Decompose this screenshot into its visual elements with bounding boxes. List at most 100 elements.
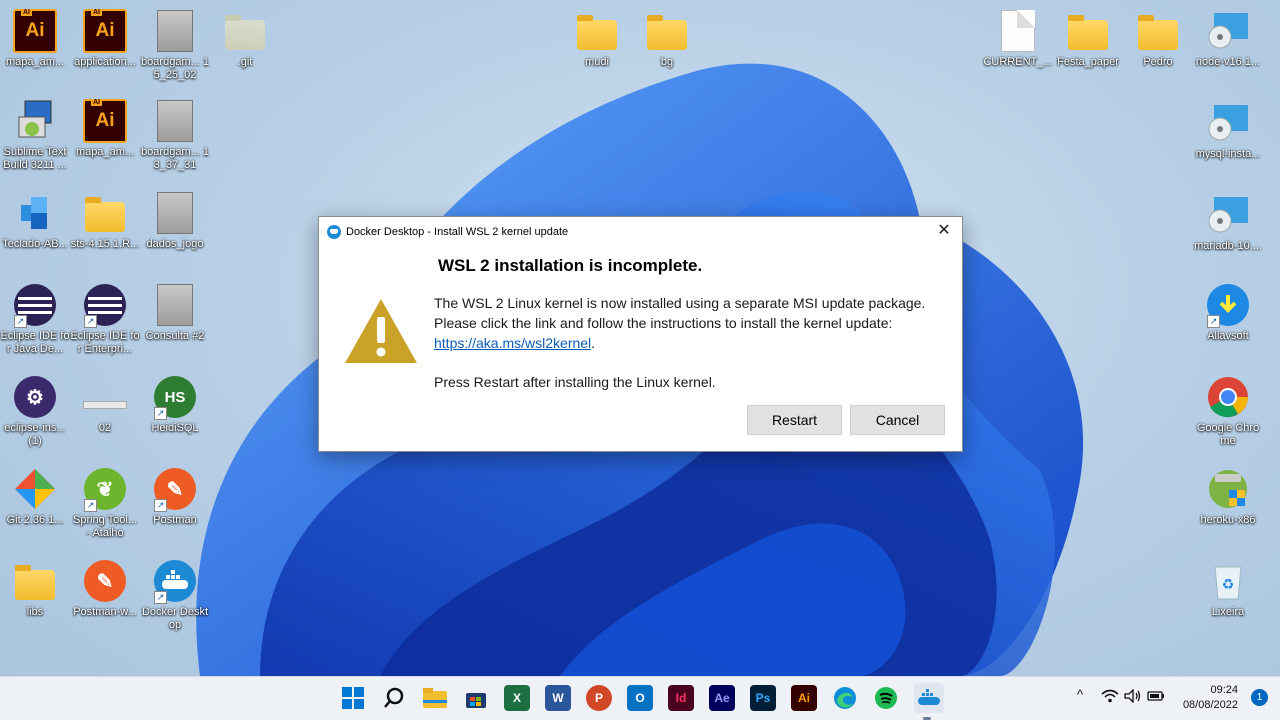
clock-time: 09:24 xyxy=(1210,684,1238,696)
desktop-icon-mapa-am[interactable]: AI Ai mapa_am... xyxy=(0,8,70,69)
desktop-icon-label: HeidiSQL xyxy=(151,422,199,434)
image-file-icon xyxy=(157,284,193,326)
desktop-icon-heidisql[interactable]: HS ↗ HeidiSQL xyxy=(140,374,210,435)
installer-icon xyxy=(18,100,52,138)
desktop-icon-postman-w[interactable]: ✎ Postman-w... xyxy=(70,558,140,619)
docker-icon xyxy=(327,225,341,239)
desktop-icon-git-folder[interactable]: .git xyxy=(210,8,280,69)
desktop-icon-label: Spring Tool... - Atalho xyxy=(72,514,137,539)
desktop-icon-festa-paper[interactable]: Festa_paper xyxy=(1053,8,1123,69)
desktop-icon-eclipse-java[interactable]: ↗ Eclipse IDE for Java De... xyxy=(0,282,70,356)
desktop-icon-postman[interactable]: ✎ ↗ Postman xyxy=(140,466,210,527)
desktop-icon-label: mariadb-10.... xyxy=(1194,240,1262,252)
battery-icon[interactable] xyxy=(1147,689,1165,706)
desktop-icon-boardgam-13[interactable]: boardgam... 13_37_31 xyxy=(140,98,210,172)
file-thumbnail-icon xyxy=(83,401,127,409)
dialog-heading: WSL 2 installation is incomplete. xyxy=(438,256,703,275)
show-hidden-icons-chevron[interactable]: ^ xyxy=(1077,687,1083,702)
desktop-icon-current[interactable]: CURRENT_... xyxy=(983,8,1053,69)
start-icon[interactable] xyxy=(340,685,366,711)
desktop-icon-02[interactable]: 02 xyxy=(70,374,140,435)
desktop-icon-label: mapa_am... xyxy=(75,146,135,158)
edge-icon[interactable] xyxy=(832,685,858,711)
desktop-icon-docker-desktop[interactable]: ↗ Docker Desktop xyxy=(140,558,210,632)
desktop-icon-consulta[interactable]: Consulta #2 xyxy=(140,282,210,343)
desktop-icon-label: Festa_paper xyxy=(1057,56,1119,68)
word-icon[interactable]: W xyxy=(545,685,571,711)
wifi-icon[interactable] xyxy=(1101,689,1119,706)
desktop-icon-mariadb[interactable]: mariadb-10.... xyxy=(1193,192,1263,253)
desktop-icon-pedro[interactable]: Pedro xyxy=(1123,8,1193,69)
desktop-icon-spring-tool[interactable]: ❦ ↗ Spring Tool... - Atalho xyxy=(70,466,140,540)
desktop-icon-sublime[interactable]: Sublime Text Build 3211 ... xyxy=(0,98,70,172)
system-clock[interactable]: 09:24 08/08/2022 xyxy=(1183,683,1238,713)
illustrator-file-icon: AI Ai xyxy=(13,9,57,53)
desktop-icon-label: mapa_am... xyxy=(5,56,65,68)
desktop-icon-lixeira[interactable]: ♻ Lixeira xyxy=(1193,558,1263,619)
file-explorer-icon[interactable] xyxy=(422,685,448,711)
restart-button[interactable]: Restart xyxy=(747,405,842,435)
desktop-icon-label: Eclipse IDE for Java De... xyxy=(0,330,70,355)
desktop-icon-label: Git 2.36.1... xyxy=(6,514,64,526)
search-icon[interactable] xyxy=(381,685,407,711)
docker-icon[interactable] xyxy=(914,683,944,720)
desktop-icon-label: dados_jogo xyxy=(146,238,204,250)
desktop-icon-libs[interactable]: libs xyxy=(0,558,70,619)
aftereffects-icon[interactable]: Ae xyxy=(709,685,735,711)
package-icon xyxy=(21,197,47,229)
illustrator-icon[interactable]: Ai xyxy=(791,685,817,711)
shortcut-arrow-icon: ↗ xyxy=(154,407,167,420)
outlook-icon[interactable]: O xyxy=(627,685,653,711)
desktop-icon-boardgam-15[interactable]: boardgam... 15_25_02 xyxy=(140,8,210,82)
desktop-icon-eclipse-enterprise[interactable]: ↗ Eclipse IDE for Enterpri... xyxy=(70,282,140,356)
cancel-button[interactable]: Cancel xyxy=(850,405,945,435)
indesign-icon[interactable]: Id xyxy=(668,685,694,711)
desktop-icon-allavsoft[interactable]: ↗ Allavsoft xyxy=(1193,282,1263,343)
spotify-icon[interactable] xyxy=(873,685,899,711)
desktop-icon-application[interactable]: AI Ai application... xyxy=(70,8,140,69)
gear-icon: ⚙ xyxy=(14,376,56,418)
desktop-icon-label: bg xyxy=(660,56,674,68)
desktop-icon-node[interactable]: node-v16.1... xyxy=(1193,8,1263,69)
installer-disc-icon xyxy=(1208,197,1248,233)
desktop-icon-bg[interactable]: bg xyxy=(632,8,702,69)
desktop-icon-mudi[interactable]: mudi xyxy=(562,8,632,69)
shortcut-arrow-icon: ↗ xyxy=(84,499,97,512)
desktop-icon-git[interactable]: Git 2.36.1... xyxy=(0,466,70,527)
volume-icon[interactable] xyxy=(1124,688,1142,706)
wsl2kernel-link[interactable]: https://aka.ms/wsl2kernel xyxy=(434,335,591,351)
desktop-icon-mapa-am-2[interactable]: AI Ai mapa_am... xyxy=(70,98,140,159)
chrome-icon xyxy=(1208,377,1248,418)
powerpoint-icon[interactable]: P xyxy=(586,685,612,711)
desktop-icon-label: Postman xyxy=(153,514,197,526)
desktop-icon-mysql[interactable]: mysql-insta... xyxy=(1193,100,1263,161)
desktop-icon-dados-jogo[interactable]: dados_jogo xyxy=(140,190,210,251)
message-line: Please click the link and follow the ins… xyxy=(434,315,893,331)
desktop-icon-label: Sublime Text Build 3211 ... xyxy=(3,146,67,171)
photoshop-icon[interactable]: Ps xyxy=(750,685,776,711)
message-line: Press Restart after installing the Linux… xyxy=(434,374,716,390)
excel-icon[interactable]: X xyxy=(504,685,530,711)
notification-badge[interactable]: 1 xyxy=(1251,689,1268,706)
store-icon[interactable] xyxy=(463,685,489,711)
desktop-icon-eclipse-installer[interactable]: ⚙ eclipse-ins... (1) xyxy=(0,374,70,448)
svg-text:♻: ♻ xyxy=(1222,577,1235,593)
desktop-icon-heroku[interactable]: heroku-x86 xyxy=(1193,466,1263,527)
folder-icon xyxy=(577,15,617,50)
desktop-icon-teclado[interactable]: Teclado-AB... xyxy=(0,190,70,251)
shortcut-arrow-icon: ↗ xyxy=(154,499,167,512)
close-button[interactable]: ✕ xyxy=(932,221,956,241)
desktop-icon-sts[interactable]: sts-4.15.1.R... xyxy=(70,190,140,251)
shortcut-arrow-icon: ↗ xyxy=(1207,315,1220,328)
desktop-icon-label: sts-4.15.1.R... xyxy=(70,238,140,250)
installer-disc-icon xyxy=(1208,105,1248,141)
folder-icon xyxy=(1068,15,1108,50)
desktop-icon-label: CURRENT_... xyxy=(983,56,1053,68)
desktop-icon-label: mudi xyxy=(585,56,609,68)
heroku-installer-icon xyxy=(1209,470,1247,508)
desktop-icon-label: Lixeira xyxy=(1211,606,1245,618)
desktop-icon-label: Postman-w... xyxy=(73,606,137,618)
wsl-kernel-dialog: Docker Desktop - Install WSL 2 kernel up… xyxy=(318,216,963,452)
desktop-icon-chrome[interactable]: Google Chrome xyxy=(1193,374,1263,448)
shortcut-arrow-icon: ↗ xyxy=(14,315,27,328)
